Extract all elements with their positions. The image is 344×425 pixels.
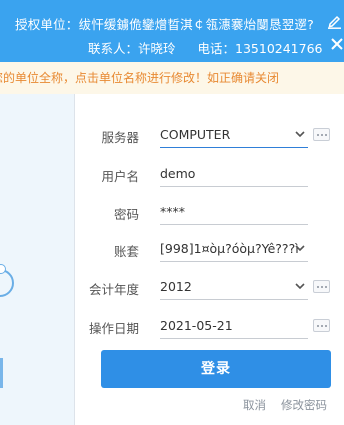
server-select[interactable]: COMPUTER bbox=[160, 122, 308, 148]
notice-bar: 您的单位全称，点击单位名称进行修改！如正确请关闭 bbox=[0, 62, 344, 94]
fiscal-year-label: 会计年度 bbox=[88, 282, 139, 297]
chevron-down-icon bbox=[295, 283, 305, 290]
password-input[interactable]: **** bbox=[160, 199, 308, 225]
authorized-unit[interactable]: 授权单位：绂忓缓鐪佹鑾熷晢淇￠瓴潓褰炲闅恳翌遻? bbox=[15, 14, 321, 33]
decor-bar bbox=[0, 358, 3, 388]
server-value: COMPUTER bbox=[160, 127, 231, 142]
account-set-label: 账套 bbox=[113, 244, 139, 259]
edit-icon[interactable] bbox=[327, 12, 342, 29]
password-label: 密码 bbox=[113, 207, 139, 222]
chevron-down-icon bbox=[295, 245, 305, 252]
operation-date-input[interactable]: 2021-05-21 bbox=[160, 313, 308, 339]
fiscal-year-more-button[interactable] bbox=[313, 280, 330, 293]
server-more-button[interactable] bbox=[313, 128, 330, 141]
fiscal-year-select[interactable]: 2012 bbox=[160, 274, 308, 300]
operation-date-more-button[interactable] bbox=[313, 319, 330, 332]
password-row: 密码 **** bbox=[75, 199, 344, 225]
contact-phone: 电话：13510241766 bbox=[197, 41, 323, 56]
username-value: demo bbox=[160, 166, 196, 181]
change-password-link[interactable]: 修改密码 bbox=[281, 397, 327, 413]
contact-info: 联系人：许晓玲 电话：13510241766 bbox=[88, 38, 323, 57]
fiscal-year-value: 2012 bbox=[160, 279, 192, 294]
contact-person: 联系人：许晓玲 bbox=[88, 41, 176, 56]
username-input[interactable]: demo bbox=[160, 161, 308, 187]
server-row: 服务器 COMPUTER bbox=[75, 122, 344, 148]
notice-text: 您的单位全称，点击单位名称进行修改！如正确请关闭 bbox=[0, 71, 280, 85]
account-set-value: [998]1¤òµ?óòµ?Yê???ì bbox=[160, 241, 299, 256]
login-window: 授权单位：绂忓缓鐪佹鑾熷晢淇￠瓴潓褰炲闅恳翌遻? 联系人：许晓玲 电话：13510… bbox=[0, 0, 344, 425]
login-button[interactable]: 登录 bbox=[101, 350, 331, 388]
username-row: 用户名 demo bbox=[75, 161, 344, 187]
login-panel: 服务器 COMPUTER 用户名 demo 密码 **** 账套 [998]1¤… bbox=[74, 94, 344, 425]
chevron-down-icon bbox=[295, 131, 305, 138]
password-value: **** bbox=[160, 204, 185, 219]
account-set-select[interactable]: [998]1¤òµ?óòµ?Yê???ì bbox=[160, 236, 308, 262]
username-label: 用户名 bbox=[101, 169, 139, 184]
server-label: 服务器 bbox=[101, 130, 139, 145]
close-icon[interactable] bbox=[331, 38, 343, 50]
operation-date-label: 操作日期 bbox=[88, 321, 139, 336]
fiscal-year-row: 会计年度 2012 bbox=[75, 274, 344, 300]
operation-date-row: 操作日期 2021-05-21 bbox=[75, 313, 344, 339]
background-illustration bbox=[0, 94, 80, 425]
account-set-row: 账套 [998]1¤òµ?óòµ?Yê???ì bbox=[75, 236, 344, 262]
cancel-link[interactable]: 取消 bbox=[243, 397, 266, 413]
license-header: 授权单位：绂忓缓鐪佹鑾熷晢淇￠瓴潓褰炲闅恳翌遻? 联系人：许晓玲 电话：13510… bbox=[0, 0, 344, 62]
operation-date-value: 2021-05-21 bbox=[160, 318, 233, 333]
